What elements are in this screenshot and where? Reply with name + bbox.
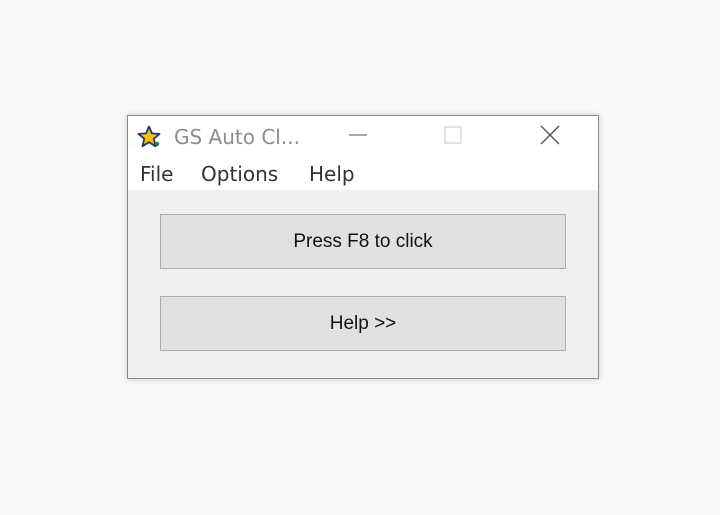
app-window: GS Auto Cl... File Options Help Press F8…	[127, 115, 599, 379]
window-title: GS Auto Cl...	[174, 125, 300, 149]
close-icon	[539, 124, 561, 150]
help-button[interactable]: Help >>	[160, 296, 566, 351]
client-area: Press F8 to click Help >>	[128, 190, 598, 378]
title-bar[interactable]: GS Auto Cl...	[128, 116, 598, 158]
menu-bar: File Options Help	[128, 158, 598, 190]
maximize-icon	[443, 125, 463, 149]
close-button[interactable]	[527, 116, 573, 158]
menu-options[interactable]: Options	[201, 162, 278, 186]
menu-help[interactable]: Help	[309, 162, 355, 186]
press-f8-button[interactable]: Press F8 to click	[160, 214, 566, 269]
minimize-button[interactable]	[335, 116, 381, 158]
star-icon	[137, 125, 161, 149]
minimize-icon	[348, 125, 368, 149]
menu-file[interactable]: File	[140, 162, 173, 186]
maximize-button[interactable]	[430, 116, 476, 158]
